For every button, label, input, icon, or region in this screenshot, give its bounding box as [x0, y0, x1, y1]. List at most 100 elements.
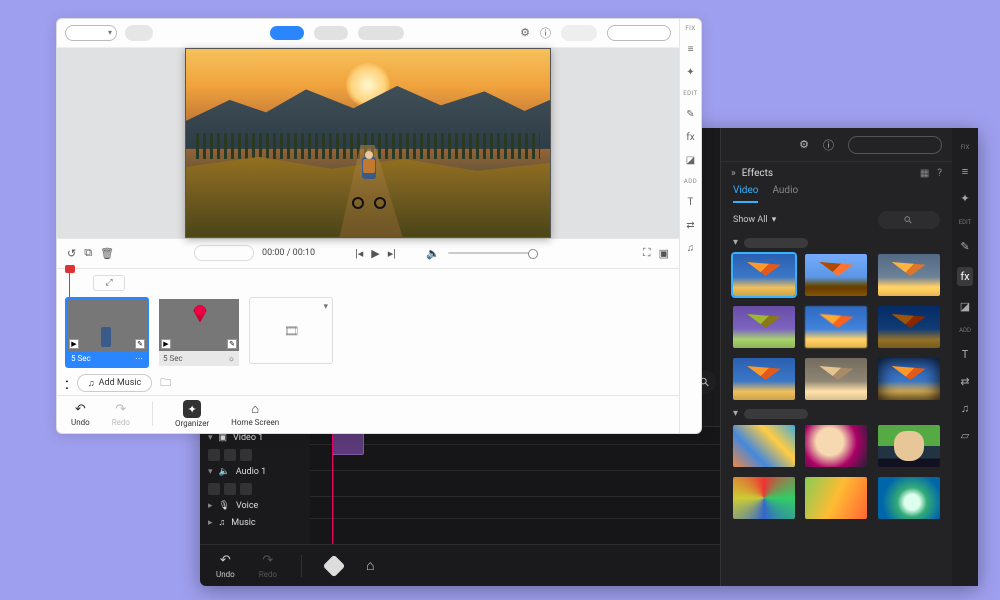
tab-audio[interactable]: Audio: [772, 185, 798, 203]
play-icon[interactable]: ▶: [371, 247, 379, 260]
track-eye-icon[interactable]: ▣: [219, 433, 228, 443]
clip-1[interactable]: ▶ ✎ 5 Sec ⋯: [65, 297, 149, 368]
panel-collapse-icon[interactable]: »: [731, 168, 736, 179]
wand-icon[interactable]: ✦: [686, 67, 694, 78]
music-icon[interactable]: ♫: [687, 243, 695, 254]
effect-thumb[interactable]: [878, 477, 940, 519]
prev-icon[interactable]: |◂: [355, 247, 363, 260]
effect-thumb[interactable]: [878, 358, 940, 400]
effect-thumb[interactable]: [733, 477, 795, 519]
organizer-button[interactable]: ✦Organizer: [175, 400, 209, 428]
clip-badge-edit-icon[interactable]: ✎: [135, 339, 145, 349]
track-audio-1[interactable]: ▾ 🔈 Audio 1: [208, 467, 302, 477]
home-button[interactable]: ⌂: [366, 557, 374, 574]
track-area[interactable]: [310, 427, 720, 544]
track-tool[interactable]: [224, 449, 236, 461]
top-pill-button[interactable]: [848, 136, 942, 154]
browse-folder-icon[interactable]: 🗀: [160, 374, 171, 393]
expand-icon[interactable]: ▸: [208, 501, 213, 511]
transition-icon[interactable]: ⇄: [960, 375, 969, 388]
track-speaker-icon[interactable]: 🔈: [219, 467, 230, 477]
tools-icon[interactable]: ✎: [686, 109, 694, 120]
duplicate-icon[interactable]: ⧉: [84, 246, 92, 260]
adjust-icon[interactable]: ≡: [962, 165, 968, 178]
undo-button[interactable]: ↶Undo: [71, 402, 90, 427]
track-video-1[interactable]: ▾ ▣ Video 1: [208, 433, 302, 443]
track-tool[interactable]: [224, 483, 236, 495]
graphics-icon[interactable]: ▱: [961, 429, 969, 442]
mode-tab-quick[interactable]: [270, 26, 304, 40]
effect-thumb[interactable]: [733, 254, 795, 296]
track-tool[interactable]: [240, 449, 252, 461]
transition-icon[interactable]: ⇄: [686, 220, 694, 231]
effect-thumb[interactable]: [805, 306, 867, 348]
effect-thumb[interactable]: [805, 477, 867, 519]
adjust-icon[interactable]: ≡: [688, 44, 694, 55]
add-media-slot[interactable]: 🎞: [249, 297, 333, 364]
clip-badge-edit-icon[interactable]: ✎: [227, 339, 237, 349]
effect-thumb[interactable]: [733, 306, 795, 348]
effect-thumb[interactable]: [733, 358, 795, 400]
crop-icon[interactable]: ◪: [960, 300, 970, 313]
clip-menu-icon[interactable]: ⋯: [135, 354, 143, 363]
track-tool[interactable]: [208, 483, 220, 495]
text-icon[interactable]: T: [962, 348, 969, 361]
filter-dropdown[interactable]: Show All▾: [733, 215, 776, 225]
collapse-icon[interactable]: ▾: [208, 433, 213, 443]
effect-thumb[interactable]: [805, 425, 867, 467]
top-pill[interactable]: [125, 25, 153, 41]
gear-icon[interactable]: ⚙: [520, 26, 530, 39]
time-scrub[interactable]: [194, 245, 254, 261]
playhead[interactable]: [332, 427, 333, 544]
next-icon[interactable]: ▸|: [388, 247, 396, 260]
volume-slider[interactable]: [448, 252, 538, 254]
info-icon[interactable]: ⓘ: [540, 25, 551, 41]
collapse-icon[interactable]: ▾: [208, 467, 213, 477]
clip-2[interactable]: ▶ ✎ 5 Sec ☼: [157, 297, 241, 368]
track-tool[interactable]: [208, 449, 220, 461]
clip-menu-icon[interactable]: ☼: [228, 354, 235, 363]
project-dropdown[interactable]: [65, 25, 117, 41]
organizer-button[interactable]: [326, 558, 342, 574]
zoom-control[interactable]: ⤢: [93, 275, 125, 291]
mode-tab-expert[interactable]: [358, 26, 404, 40]
quality-icon[interactable]: ▣: [659, 247, 669, 260]
panel-help-icon[interactable]: ?: [937, 168, 942, 179]
trash-icon[interactable]: 🗑: [100, 247, 114, 260]
effect-thumb[interactable]: [733, 425, 795, 467]
wand-icon[interactable]: ✦: [960, 192, 969, 205]
effect-thumb[interactable]: [878, 254, 940, 296]
mode-tab-guided[interactable]: [314, 26, 348, 40]
undo-button[interactable]: ↶Undo: [216, 553, 235, 579]
track-tool[interactable]: [240, 483, 252, 495]
panel-search[interactable]: [878, 211, 940, 229]
strip-playhead-handle[interactable]: [65, 265, 75, 273]
gear-icon[interactable]: ⚙: [799, 138, 809, 151]
volume-icon[interactable]: 🔈: [426, 247, 440, 260]
track-music[interactable]: ▸ ♫ Music: [208, 517, 302, 528]
home-button[interactable]: ⌂Home Screen: [231, 401, 279, 427]
fx-icon[interactable]: fx: [957, 267, 972, 286]
fx-icon[interactable]: fx: [686, 132, 694, 143]
tools-icon[interactable]: ✎: [960, 240, 969, 253]
effect-thumb[interactable]: [878, 425, 940, 467]
add-music-button[interactable]: ♫ Add Music: [77, 374, 152, 392]
info-icon[interactable]: ⓘ: [823, 137, 834, 153]
top-button[interactable]: [561, 25, 597, 41]
category-row-2[interactable]: ▾: [721, 408, 952, 421]
tab-video[interactable]: Video: [733, 185, 758, 203]
rotate-icon[interactable]: ↺: [67, 247, 76, 260]
track-voice[interactable]: ▸ 🎙 Voice: [208, 501, 302, 511]
preview-canvas[interactable]: [185, 48, 551, 238]
panel-grid-icon[interactable]: ▦: [920, 168, 929, 179]
effect-thumb[interactable]: [805, 358, 867, 400]
category-row-1[interactable]: ▾: [721, 237, 952, 250]
fullscreen-icon[interactable]: ⛶: [643, 246, 651, 260]
effect-thumb[interactable]: [878, 306, 940, 348]
text-icon[interactable]: T: [688, 197, 694, 208]
crop-icon[interactable]: ◪: [686, 155, 695, 166]
top-button-large[interactable]: [607, 25, 671, 41]
music-icon[interactable]: ♫: [961, 402, 969, 415]
timeline-clip[interactable]: [332, 433, 364, 455]
expand-icon[interactable]: ▸: [208, 518, 213, 528]
